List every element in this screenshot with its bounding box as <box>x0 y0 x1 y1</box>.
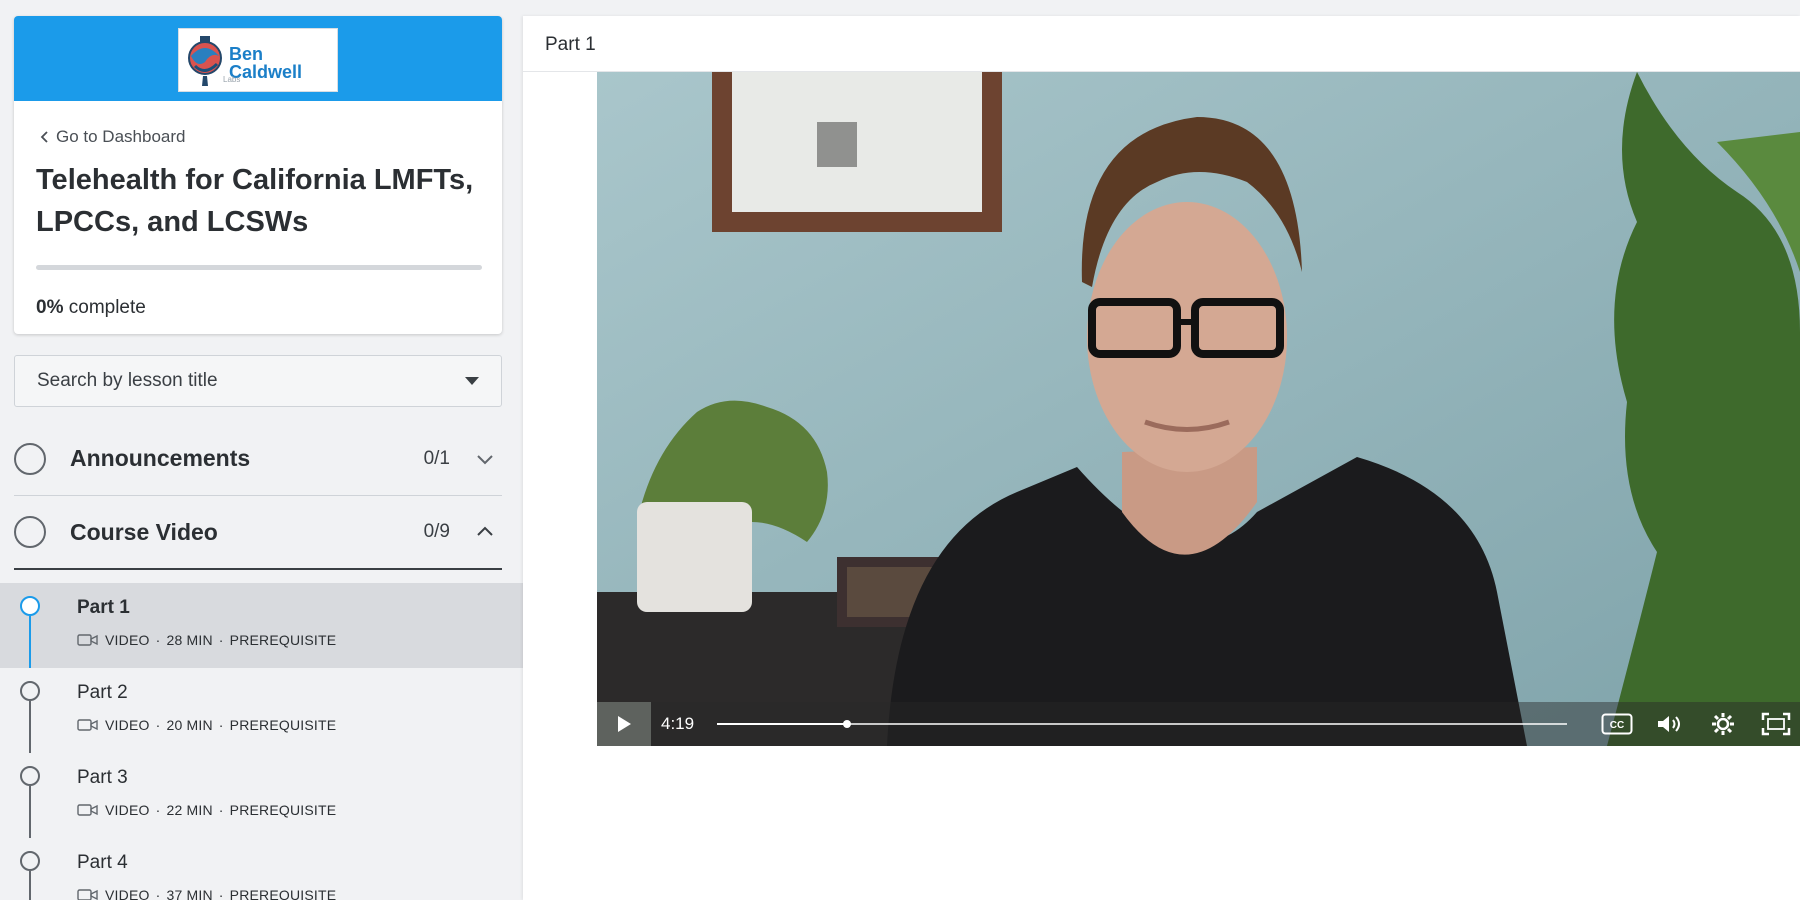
play-icon <box>618 716 631 732</box>
lesson-tag: PREREQUISITE <box>229 887 337 900</box>
meta-separator: · <box>155 632 161 648</box>
meta-separator: · <box>218 887 224 900</box>
lesson-title: Part 1 <box>77 597 130 618</box>
lesson-type: VIDEO <box>105 802 150 818</box>
lesson-tag: PREREQUISITE <box>229 632 337 648</box>
card-header: Ben Caldwell Labs <box>14 16 502 101</box>
volume-button[interactable] <box>1648 702 1692 746</box>
lesson-type: VIDEO <box>105 717 150 733</box>
section-count: 0/1 <box>423 447 450 469</box>
section-name: Course Video <box>70 518 218 545</box>
lesson-meta: VIDEO · 20 MIN · PREREQUISITE <box>77 717 336 733</box>
lesson-type: VIDEO <box>105 887 150 900</box>
lesson-status-circle-icon <box>20 766 40 786</box>
course-progress-bar <box>36 265 482 270</box>
lesson-heading: Part 1 <box>545 34 596 55</box>
video-camera-icon <box>77 889 98 900</box>
progress-value: 0% <box>36 297 64 318</box>
chevron-down-icon[interactable] <box>468 442 502 476</box>
lesson-duration: 20 MIN <box>166 717 213 733</box>
lesson-search-placeholder: Search by lesson title <box>37 370 218 391</box>
section-count: 0/9 <box>423 521 450 542</box>
lesson-meta: VIDEO · 37 MIN · PREREQUISITE <box>77 887 336 900</box>
seek-bar-handle[interactable] <box>843 720 852 728</box>
closed-captions-button[interactable]: CC <box>1595 702 1639 746</box>
lesson-status-circle-icon <box>20 596 40 616</box>
timeline-connector <box>29 616 31 668</box>
video-player[interactable]: 4:19 CC <box>597 72 1800 746</box>
progress-suffix: complete <box>68 297 146 318</box>
meta-separator: · <box>155 802 161 818</box>
section-status-circle-icon <box>14 442 46 475</box>
lesson-duration: 37 MIN <box>166 887 213 900</box>
fullscreen-icon <box>1761 712 1791 736</box>
meta-separator: · <box>155 887 161 900</box>
progress-text: 0% complete <box>36 297 146 319</box>
timeline-connector <box>29 701 31 753</box>
lesson-meta: VIDEO · 22 MIN · PREREQUISITE <box>77 802 336 818</box>
section-course-video[interactable]: Course Video 0/9 <box>14 496 502 570</box>
meta-separator: · <box>218 632 224 648</box>
seek-bar-played <box>717 723 848 725</box>
timeline-connector <box>29 786 31 838</box>
video-camera-icon <box>77 804 98 816</box>
go-to-dashboard-link[interactable]: Go to Dashboard <box>40 127 185 147</box>
lesson-status-circle-icon <box>20 851 40 871</box>
lesson-title: Part 2 <box>77 682 128 703</box>
caret-down-icon <box>465 377 479 385</box>
player-right-controls: CC <box>1595 702 1800 746</box>
lesson-type: VIDEO <box>105 632 150 648</box>
video-camera-icon <box>77 719 98 731</box>
lesson-item[interactable]: Part 3 VIDEO · 22 MIN · PREREQUISITE <box>0 753 523 838</box>
chevron-left-icon <box>40 131 48 143</box>
lesson-title: Part 3 <box>77 767 128 788</box>
play-button[interactable] <box>597 702 651 746</box>
closed-captions-icon: CC <box>1601 713 1633 735</box>
timeline-connector <box>29 871 31 900</box>
lesson-meta: VIDEO · 28 MIN · PREREQUISITE <box>77 632 336 648</box>
lesson-tag: PREREQUISITE <box>229 717 337 733</box>
meta-separator: · <box>218 717 224 733</box>
seek-bar[interactable] <box>717 720 1567 728</box>
logo-subtext: Labs <box>223 75 241 84</box>
chevron-up-icon[interactable] <box>468 515 502 549</box>
section-announcements[interactable]: Announcements 0/1 <box>14 422 502 496</box>
video-frame <box>597 72 1800 746</box>
current-time: 4:19 <box>661 714 695 733</box>
volume-icon <box>1658 716 1680 732</box>
fullscreen-button[interactable] <box>1754 702 1798 746</box>
sidebar: Ben Caldwell Labs Go to Dashboard Telehe… <box>0 0 523 900</box>
lesson-title: Part 4 <box>77 852 128 873</box>
lesson-search-select[interactable]: Search by lesson title <box>14 355 502 407</box>
section-status-circle-icon <box>14 516 46 548</box>
course-card: Ben Caldwell Labs Go to Dashboard Telehe… <box>14 16 502 334</box>
meta-separator: · <box>218 802 224 818</box>
lesson-item[interactable]: Part 1 VIDEO · 28 MIN · PREREQUISITE <box>0 583 523 668</box>
logo-text: Ben Caldwell <box>229 44 303 82</box>
lesson-item[interactable]: Part 4 VIDEO · 37 MIN · PREREQUISITE <box>0 838 523 900</box>
settings-icon <box>1712 713 1734 735</box>
go-to-dashboard-label: Go to Dashboard <box>56 127 186 146</box>
lesson-tag: PREREQUISITE <box>229 802 337 818</box>
lesson-status-circle-icon <box>20 681 40 701</box>
section-name: Announcements <box>70 445 251 471</box>
lesson-duration: 28 MIN <box>166 632 213 648</box>
course-title: Telehealth for California LMFTs, LPCCs, … <box>36 164 474 238</box>
lesson-duration: 22 MIN <box>166 802 213 818</box>
player-controls: 4:19 CC <box>597 702 1800 746</box>
brand-logo[interactable]: Ben Caldwell Labs <box>178 28 338 92</box>
main-content: Part 1 4:19 CC <box>523 16 1800 900</box>
svg-text:CC: CC <box>1610 720 1624 731</box>
meta-separator: · <box>155 717 161 733</box>
video-camera-icon <box>77 634 98 646</box>
settings-button[interactable] <box>1701 702 1745 746</box>
lesson-item[interactable]: Part 2 VIDEO · 20 MIN · PREREQUISITE <box>0 668 523 753</box>
